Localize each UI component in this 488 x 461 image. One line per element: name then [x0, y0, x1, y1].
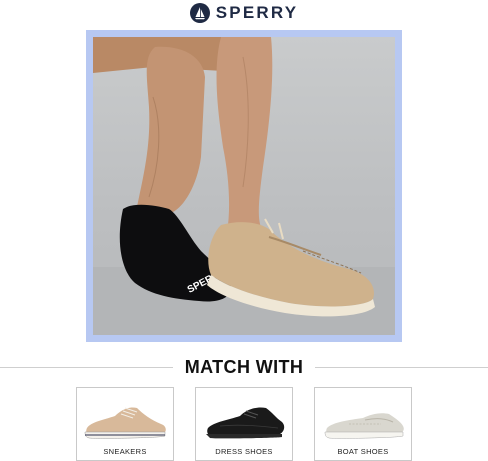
product-label: DRESS SHOES	[215, 447, 273, 456]
section-title: MATCH WITH	[184, 356, 304, 377]
product-label: SNEAKERS	[103, 447, 147, 456]
hero-image-frame: SPERRY	[86, 30, 402, 342]
match-with-section-header: MATCH WITH	[0, 356, 488, 378]
match-with-tiles: SNEAKERS DRESS SHOES BOAT SHOES	[0, 387, 488, 461]
brand-header: SPERRY	[0, 0, 488, 26]
divider-left	[0, 366, 173, 368]
product-label: BOAT SHOES	[337, 447, 389, 456]
legs-socks-boat-shoe-illustration: SPERRY	[93, 37, 395, 335]
dress-shoe-icon	[206, 407, 285, 439]
product-tile-sneakers[interactable]: SNEAKERS	[76, 387, 174, 461]
divider-right	[315, 366, 488, 368]
hero-image: SPERRY	[93, 37, 395, 335]
product-tile-boat-shoes[interactable]: BOAT SHOES	[314, 387, 412, 461]
sneaker-icon	[84, 407, 166, 439]
boat-shoe-icon	[324, 413, 404, 439]
brand-name: SPERRY	[215, 3, 299, 22]
product-tile-dress-shoes[interactable]: DRESS SHOES	[195, 387, 293, 461]
sailboat-icon	[189, 3, 210, 23]
